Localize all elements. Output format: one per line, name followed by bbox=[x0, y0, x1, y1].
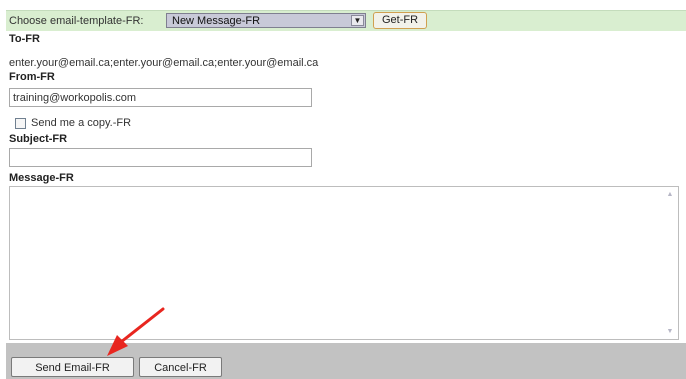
send-copy-checkbox[interactable] bbox=[15, 118, 26, 129]
subject-label: Subject-FR bbox=[9, 133, 68, 145]
chevron-down-icon[interactable]: ▼ bbox=[351, 15, 364, 26]
template-select-value: New Message-FR bbox=[172, 15, 261, 27]
message-label: Message-FR bbox=[9, 172, 74, 184]
scroll-down-icon[interactable]: ▼ bbox=[663, 325, 677, 338]
cancel-button[interactable]: Cancel-FR bbox=[139, 357, 222, 377]
from-label: From-FR bbox=[9, 71, 55, 83]
action-bar: Send Email-FR Cancel-FR bbox=[6, 343, 686, 379]
from-field[interactable] bbox=[9, 88, 312, 107]
email-form: Choose email-template-FR: New Message-FR… bbox=[6, 10, 686, 379]
get-template-button[interactable]: Get-FR bbox=[373, 12, 428, 29]
message-textarea[interactable]: ▲ ▼ bbox=[9, 186, 679, 340]
to-recipients: enter.your@email.ca;enter.your@email.ca;… bbox=[9, 57, 319, 69]
template-selector-bar: Choose email-template-FR: New Message-FR… bbox=[6, 10, 686, 31]
message-scrollbar[interactable]: ▲ ▼ bbox=[663, 188, 677, 338]
to-label: To-FR bbox=[9, 33, 40, 45]
send-copy-label[interactable]: Send me a copy.-FR bbox=[31, 117, 131, 129]
template-select[interactable]: New Message-FR ▼ bbox=[166, 13, 366, 28]
scroll-up-icon[interactable]: ▲ bbox=[663, 188, 677, 201]
subject-field[interactable] bbox=[9, 148, 312, 167]
template-label: Choose email-template-FR: bbox=[9, 15, 144, 27]
send-email-button[interactable]: Send Email-FR bbox=[11, 357, 134, 377]
